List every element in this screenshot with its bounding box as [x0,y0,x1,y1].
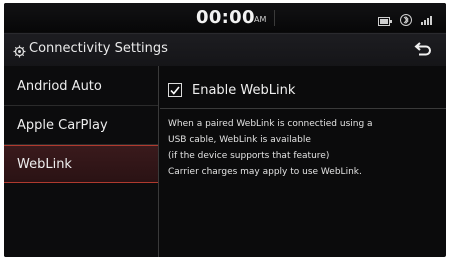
status-icons [378,11,434,30]
description-line: When a paired WebLink is connectied usin… [168,119,373,129]
sidebar-item-label: Andriod Auto [17,79,102,94]
page-title: Connectivity Settings [29,41,168,56]
divider [160,108,446,109]
signal-strength-icon [420,11,434,30]
clock: 00:00 [196,7,255,28]
sidebar-item-android-auto[interactable]: Andriod Auto [4,68,158,106]
description-line: (if the device supports that feature) [168,151,330,161]
checkbox-label: Enable WebLink [192,82,296,98]
back-button[interactable] [410,38,436,62]
sidebar-item-weblink[interactable]: WebLink [4,145,158,183]
sidebar-item-apple-carplay[interactable]: Apple CarPlay [4,107,158,145]
description-line: Carrier charges may apply to use WebLink… [168,167,362,177]
infotainment-screen: 00:00 AM Connectivity Settings Andriod A… [4,3,446,257]
title-bar: Connectivity Settings [4,33,446,66]
enable-weblink-toggle[interactable]: Enable WebLink [168,76,438,104]
sidebar-item-label: Apple CarPlay [17,118,108,133]
sidebar: Andriod Auto Apple CarPlay WebLink [4,66,159,257]
gear-icon [13,43,26,58]
content-panel: Enable WebLink When a paired WebLink is … [160,66,446,257]
bluetooth-phone-icon [399,11,413,30]
checkbox[interactable] [168,83,182,97]
status-divider [274,10,275,26]
battery-icon [378,11,392,30]
status-bar: 00:00 AM [4,3,446,32]
sidebar-item-label: WebLink [17,156,72,172]
check-icon [170,86,180,95]
clock-ampm: AM [254,15,267,24]
description-text: When a paired WebLink is connectied usin… [168,116,440,180]
description-line: USB cable, WebLink is available [168,135,311,145]
back-arrow-icon [414,41,432,60]
